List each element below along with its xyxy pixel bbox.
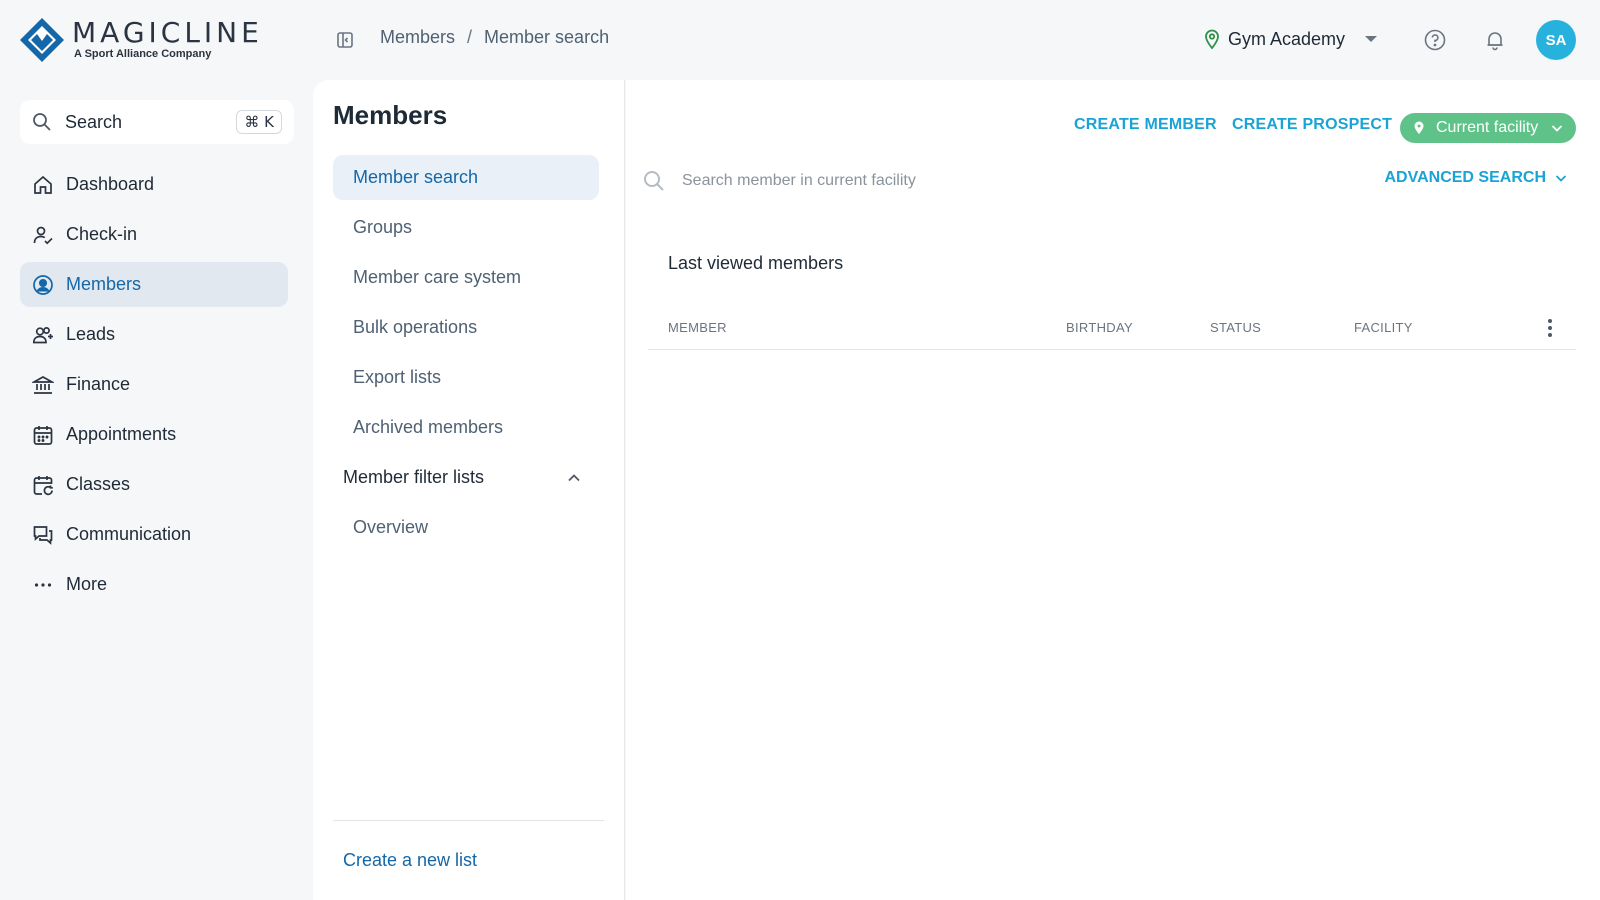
location-pin-icon bbox=[1205, 29, 1219, 50]
global-search[interactable]: Search ⌘ K bbox=[20, 100, 294, 144]
create-member-button[interactable]: CREATE MEMBER bbox=[1074, 116, 1217, 134]
subnav-archived-members[interactable]: Archived members bbox=[333, 405, 599, 450]
calendar-repeat-icon bbox=[33, 475, 53, 495]
facility-chip-label: Current facility bbox=[1436, 119, 1539, 136]
breadcrumb: Members / Member search bbox=[380, 27, 609, 48]
member-search-input[interactable] bbox=[682, 172, 1182, 190]
subnav-groups[interactable]: Groups bbox=[333, 205, 599, 250]
breadcrumb-member-search: Member search bbox=[484, 27, 610, 47]
magicline-logo[interactable]: MAGICLINE A Sport Alliance Company bbox=[18, 16, 263, 64]
user-avatar[interactable]: SA bbox=[1536, 20, 1576, 60]
bell-icon[interactable] bbox=[1484, 29, 1506, 51]
column-header-birthday[interactable]: BIRTHDAY bbox=[1066, 320, 1133, 335]
location-pin-icon bbox=[1414, 121, 1424, 134]
magicline-logo-icon bbox=[20, 18, 64, 62]
caret-down-icon bbox=[1365, 36, 1378, 42]
nav-label: Finance bbox=[66, 374, 131, 394]
home-icon bbox=[34, 175, 52, 194]
nav-item-members[interactable]: Members bbox=[20, 262, 288, 307]
nav-item-leads[interactable]: Leads bbox=[20, 312, 288, 357]
chat-icon bbox=[33, 525, 53, 545]
chevron-down-icon bbox=[1555, 175, 1567, 182]
more-vertical-icon[interactable] bbox=[1540, 316, 1560, 340]
member-filter-lists-toggle[interactable]: Member filter lists bbox=[333, 455, 599, 500]
nav-label: Communication bbox=[66, 524, 192, 544]
nav-label: More bbox=[66, 574, 108, 594]
members-subpanel: Members Member search Groups Member care… bbox=[313, 80, 625, 900]
calendar-icon bbox=[33, 425, 53, 445]
nav-item-check-in[interactable]: Check-in bbox=[20, 212, 288, 257]
subnav-overview[interactable]: Overview bbox=[333, 505, 599, 550]
nav-label: Check-in bbox=[66, 224, 138, 244]
column-header-facility[interactable]: FACILITY bbox=[1354, 320, 1413, 335]
breadcrumb-separator: / bbox=[467, 27, 473, 47]
logo-wordmark: MAGICLINE bbox=[72, 16, 263, 49]
subpanel-divider bbox=[333, 820, 604, 821]
nav-item-more[interactable]: More bbox=[20, 562, 288, 607]
subnav-export-lists[interactable]: Export lists bbox=[333, 355, 599, 400]
subnav-member-care-system[interactable]: Member care system bbox=[333, 255, 599, 300]
current-facility-filter[interactable]: Current facility bbox=[1400, 113, 1576, 143]
member-search-bar bbox=[642, 166, 1202, 196]
members-subnav: Member search Groups Member care system … bbox=[333, 155, 599, 555]
search-icon bbox=[33, 113, 51, 131]
last-viewed-title: Last viewed members bbox=[668, 253, 844, 273]
main-navigation: Dashboard Check-in Members Leads Finance bbox=[20, 162, 288, 612]
member-search-content: CREATE MEMBER CREATE PROSPECT Current fa… bbox=[626, 80, 1600, 900]
subpanel-title: Members bbox=[333, 100, 448, 130]
sidebar-toggle-icon[interactable] bbox=[336, 31, 354, 49]
nav-item-appointments[interactable]: Appointments bbox=[20, 412, 288, 457]
user-circle-icon bbox=[33, 274, 53, 295]
create-new-list-link[interactable]: Create a new list bbox=[343, 850, 477, 871]
chevron-down-icon bbox=[1552, 125, 1563, 132]
subnav-bulk-operations[interactable]: Bulk operations bbox=[333, 305, 599, 350]
nav-label: Dashboard bbox=[66, 174, 155, 194]
search-icon bbox=[644, 171, 664, 191]
nav-label: Leads bbox=[66, 324, 116, 344]
nav-label: Classes bbox=[66, 474, 131, 494]
nav-label: Members bbox=[66, 274, 142, 294]
column-header-status[interactable]: STATUS bbox=[1210, 320, 1261, 335]
bank-icon bbox=[32, 375, 54, 394]
last-viewed-table-header: MEMBER BIRTHDAY STATUS FACILITY bbox=[648, 306, 1576, 350]
chevron-up-icon bbox=[568, 473, 580, 481]
facility-name: Gym Academy bbox=[1228, 28, 1346, 49]
column-header-member[interactable]: MEMBER bbox=[668, 320, 727, 335]
user-check-icon bbox=[33, 226, 53, 244]
search-label: Search bbox=[65, 111, 123, 132]
nav-item-communication[interactable]: Communication bbox=[20, 512, 288, 557]
nav-item-finance[interactable]: Finance bbox=[20, 362, 288, 407]
nav-label: Appointments bbox=[66, 424, 177, 444]
users-plus-icon bbox=[32, 326, 53, 343]
advanced-search-toggle[interactable]: ADVANCED SEARCH bbox=[1385, 169, 1569, 187]
help-circle-icon[interactable] bbox=[1424, 29, 1446, 51]
nav-item-classes[interactable]: Classes bbox=[20, 462, 288, 507]
more-dots-icon bbox=[34, 582, 52, 587]
nav-item-dashboard[interactable]: Dashboard bbox=[20, 162, 288, 207]
search-shortcut: ⌘ K bbox=[236, 110, 282, 134]
create-prospect-button[interactable]: CREATE PROSPECT bbox=[1232, 116, 1392, 134]
breadcrumb-members[interactable]: Members bbox=[380, 27, 455, 48]
advanced-search-label: ADVANCED SEARCH bbox=[1384, 169, 1547, 186]
subnav-member-search[interactable]: Member search bbox=[333, 155, 599, 200]
group-label: Member filter lists bbox=[343, 467, 485, 487]
facility-switcher[interactable]: Gym Academy bbox=[1204, 28, 1378, 50]
